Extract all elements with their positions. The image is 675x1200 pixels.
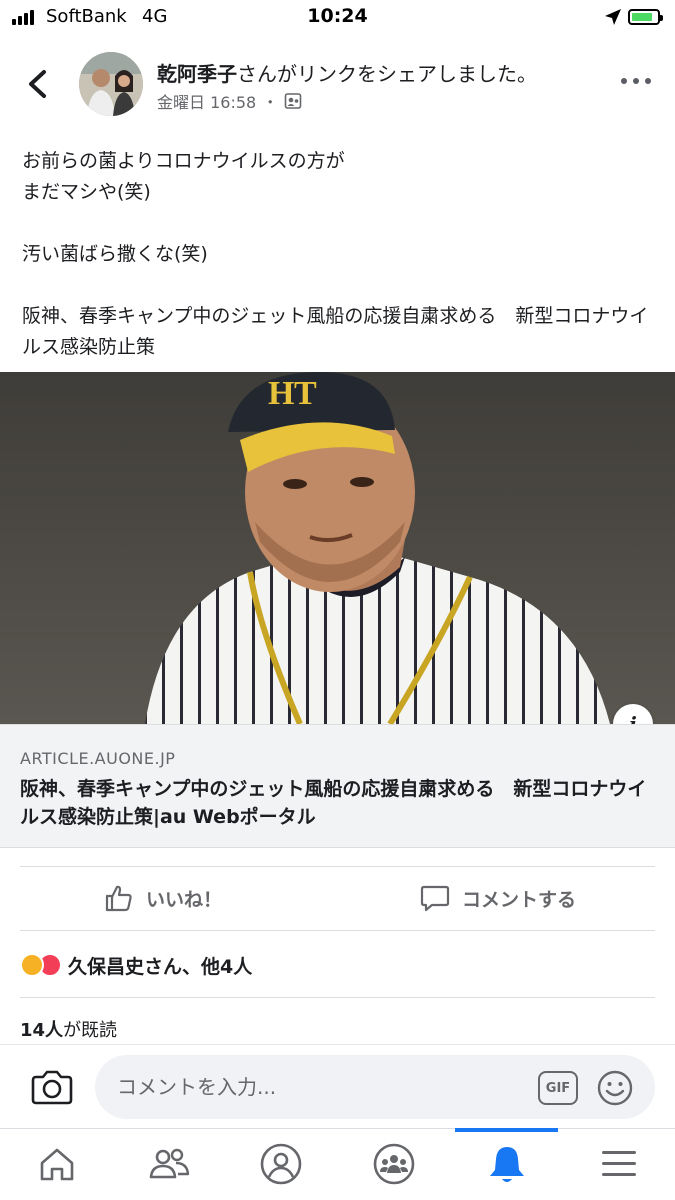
like-button[interactable]: いいね！: [104, 880, 222, 916]
more-options-icon[interactable]: [621, 78, 651, 88]
author-avatar[interactable]: [79, 52, 143, 116]
groups-icon: [373, 1143, 415, 1185]
link-preview-image[interactable]: H T: [0, 372, 675, 724]
post-paragraph: 汚い菌ばら撒くな(笑): [22, 239, 652, 270]
comment-composer: GIF: [0, 1044, 675, 1128]
divider: [20, 997, 655, 998]
haha-reaction-icon: [20, 953, 44, 977]
battery-icon: [628, 9, 663, 25]
post-actions: いいね！ コメントする: [0, 866, 675, 930]
share-action-text: さんがリンクをシェアしました。: [237, 62, 537, 86]
friends-icon: [149, 1148, 190, 1179]
link-domain: ARTICLE.AUONE.JP: [20, 749, 176, 768]
location-arrow-icon: [605, 9, 621, 25]
seen-suffix: が既読: [63, 1020, 118, 1041]
back-chevron-icon[interactable]: [22, 66, 54, 102]
active-tab-indicator: [455, 1128, 558, 1132]
camera-icon[interactable]: [30, 1067, 74, 1107]
reaction-summary[interactable]: 久保昌史さん、他4人: [20, 948, 252, 982]
seen-number: 14人: [20, 1020, 64, 1041]
reaction-names: 久保昌史さん、他4人: [68, 955, 253, 978]
comment-bubble-icon: [420, 885, 450, 912]
svg-text:T: T: [294, 375, 317, 412]
groups-tab[interactable]: [371, 1141, 417, 1187]
home-icon: [40, 1148, 74, 1181]
svg-text:H: H: [268, 375, 294, 412]
post-body: お前らの菌よりコロナウイルスの方が まだマシや(笑) 汚い菌ばら撒くな(笑) 阪…: [22, 146, 652, 363]
meta-separator: ・: [262, 93, 279, 112]
divider: [20, 930, 655, 931]
menu-tab[interactable]: [596, 1141, 642, 1187]
like-label: いいね！: [146, 888, 223, 911]
seen-count[interactable]: 14人が既読: [20, 1016, 117, 1042]
profile-tab[interactable]: [258, 1141, 304, 1187]
thumbs-up-icon: [105, 885, 132, 912]
post-text-line: お前らの菌よりコロナウイルスの方が: [22, 150, 345, 172]
post-text-line: 阪神、春季キャンプ中のジェット風船の応援自粛求める 新型コロナウイルス感染防止策: [22, 305, 649, 358]
emoji-icon[interactable]: [596, 1069, 634, 1107]
status-bar: SoftBank 4G 10:24: [0, 0, 675, 36]
notifications-tab[interactable]: [484, 1141, 530, 1187]
post-text-line: 汚い菌ばら撒くな(笑): [22, 243, 208, 265]
gif-button[interactable]: GIF: [538, 1071, 578, 1105]
home-tab[interactable]: [34, 1141, 80, 1187]
author-name[interactable]: 乾阿季子: [157, 62, 237, 86]
status-time: 10:24: [307, 5, 368, 27]
hamburger-menu-icon: [602, 1151, 636, 1176]
post-text-line: まだマシや(笑): [22, 181, 151, 203]
reaction-icons: [20, 953, 62, 977]
bottom-navigation: [0, 1128, 675, 1200]
link-title: 阪神、春季キャンプ中のジェット風船の応援自粛求める 新型コロナウイルス感染防止策…: [20, 778, 647, 828]
share-headline: 乾阿季子さんがリンクをシェアしました。: [157, 58, 537, 87]
post-paragraph: お前らの菌よりコロナウイルスの方が まだマシや(笑): [22, 146, 652, 208]
post-timestamp[interactable]: 金曜日 16:58: [157, 89, 256, 113]
comment-label: コメントする: [462, 888, 577, 911]
profile-icon: [260, 1143, 302, 1185]
post-header: 乾阿季子さんがリンクをシェアしました。 金曜日 16:58 ・: [0, 44, 675, 124]
friends-tab[interactable]: [146, 1141, 192, 1187]
comment-button[interactable]: コメントする: [420, 880, 576, 916]
post-paragraph: 阪神、春季キャンプ中のジェット風船の応援自粛求める 新型コロナウイルス感染防止策: [22, 301, 652, 363]
link-preview-meta[interactable]: ARTICLE.AUONE.JP 阪神、春季キャンプ中のジェット風船の応援自粛求…: [0, 724, 675, 848]
post-meta: 金曜日 16:58 ・: [157, 89, 302, 113]
audience-friends-icon: [284, 93, 302, 109]
bell-icon: [490, 1147, 524, 1182]
